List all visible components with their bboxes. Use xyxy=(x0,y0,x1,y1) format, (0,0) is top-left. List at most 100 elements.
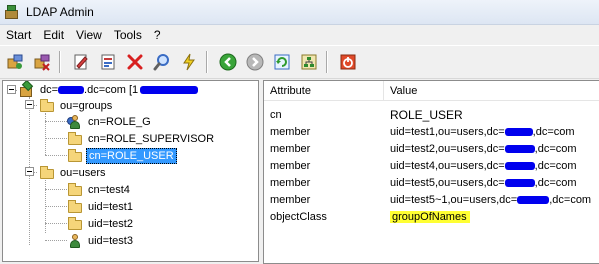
tree-node-label: ou=users xyxy=(60,166,106,179)
attribute-name: objectClass xyxy=(270,211,327,223)
back-button[interactable] xyxy=(216,50,240,74)
tree-node-test2[interactable]: uid=test2 xyxy=(67,215,135,232)
expander-users[interactable] xyxy=(25,167,34,176)
group-icon xyxy=(67,114,83,130)
attribute-row[interactable]: cn ROLE_USER xyxy=(264,107,599,124)
menu-bar: Start Edit View Tools ? xyxy=(0,25,599,45)
attribute-row[interactable]: member uid=test4,ou=users,dc= ,dc=com xyxy=(264,158,599,175)
redaction xyxy=(504,128,533,137)
attribute-row[interactable]: objectClass groupOfNames xyxy=(264,209,599,226)
refresh-button[interactable] xyxy=(270,50,294,74)
forward-icon xyxy=(246,53,264,71)
attribute-name: member xyxy=(270,126,311,138)
edit-button[interactable] xyxy=(69,50,93,74)
disconnect-icon xyxy=(34,54,50,71)
tree-node-test3[interactable]: uid=test3 xyxy=(67,232,135,249)
attribute-value: uid=test1,ou=users,dc= ,dc=com xyxy=(390,126,575,138)
tree-node-role-g[interactable]: cn=ROLE_G xyxy=(67,113,153,130)
exit-button[interactable] xyxy=(336,50,360,74)
attribute-list[interactable]: Attribute Value cn ROLE_USER member uid=… xyxy=(263,80,599,264)
forward-button[interactable] xyxy=(243,50,267,74)
user-icon xyxy=(67,233,83,249)
column-header-attribute[interactable]: Attribute xyxy=(264,81,384,101)
expander-root[interactable] xyxy=(7,85,16,94)
app-icon xyxy=(4,4,20,20)
redaction xyxy=(517,196,550,205)
search-button[interactable] xyxy=(150,50,174,74)
connect-icon xyxy=(7,54,23,69)
attribute-name: member xyxy=(270,143,311,155)
tree-node-label: uid=test3 xyxy=(88,234,133,247)
tree-node-label: cn=ROLE_G xyxy=(88,115,151,128)
toolbar xyxy=(0,45,599,79)
tree-node-label: cn=ROLE_SUPERVISOR xyxy=(88,132,215,145)
tree-node-root[interactable]: dc= .dc=com [1 xyxy=(19,81,200,98)
toolbar-separator xyxy=(206,51,208,73)
exit-icon xyxy=(340,54,356,70)
tree-node-groups[interactable]: ou=groups xyxy=(39,97,114,114)
folder-icon xyxy=(39,165,55,181)
redaction xyxy=(140,85,199,94)
title-bar: LDAP Admin xyxy=(0,0,599,25)
attribute-value: uid=test5~1,ou=users,dc= ,dc=com xyxy=(390,194,592,206)
tree-node-label: ou=groups xyxy=(60,99,113,112)
attribute-row[interactable]: member uid=test1,ou=users,dc= ,dc=com xyxy=(264,124,599,141)
refresh-icon xyxy=(274,54,290,70)
folder-icon xyxy=(39,98,55,114)
attribute-row[interactable]: member uid=test5~1,ou=users,dc= ,dc=com xyxy=(264,192,599,209)
ldap-admin-window: LDAP Admin Start Edit View Tools ? dc= .… xyxy=(0,0,599,264)
menu-tools[interactable]: Tools xyxy=(108,25,148,45)
connect-button[interactable] xyxy=(3,50,27,74)
attribute-value: ROLE_USER xyxy=(390,108,463,122)
tree-node-label-selected: cn=ROLE_USER xyxy=(86,147,177,164)
menu-edit[interactable]: Edit xyxy=(37,25,70,45)
column-header-value[interactable]: Value xyxy=(384,81,599,101)
expander-groups[interactable] xyxy=(25,100,34,109)
schema-button[interactable] xyxy=(297,50,321,74)
menu-help[interactable]: ? xyxy=(148,25,167,45)
delete-button[interactable] xyxy=(123,50,147,74)
attribute-value: uid=test5,ou=users,dc= ,dc=com xyxy=(390,177,577,189)
redaction xyxy=(504,179,535,188)
tree-node-test1[interactable]: uid=test1 xyxy=(67,198,135,215)
attribute-value: uid=test2,ou=users,dc= ,dc=com xyxy=(390,143,577,155)
tree-node-root-label: dc= .dc=com [1 xyxy=(38,83,200,97)
folder-icon xyxy=(67,199,83,215)
menu-view[interactable]: View xyxy=(70,25,108,45)
folder-icon xyxy=(67,182,83,198)
directory-tree[interactable]: dc= .dc=com [1 ou=groups cn=ROLE_G cn=ROL… xyxy=(2,80,259,262)
toolbar-separator xyxy=(326,51,328,73)
back-icon xyxy=(219,53,237,71)
schema-icon xyxy=(301,54,317,70)
attribute-name: member xyxy=(270,177,311,189)
tree-node-role-supervisor[interactable]: cn=ROLE_SUPERVISOR xyxy=(67,130,216,147)
redaction xyxy=(58,85,85,94)
tree-node-role-user[interactable]: cn=ROLE_USER xyxy=(67,147,177,164)
tree-node-label: uid=test2 xyxy=(88,217,133,230)
redaction xyxy=(504,145,535,154)
folder-icon xyxy=(67,216,83,232)
attribute-value: uid=test4,ou=users,dc= ,dc=com xyxy=(390,160,577,172)
attribute-row[interactable]: member uid=test5,ou=users,dc= ,dc=com xyxy=(264,175,599,192)
tree-node-users[interactable]: ou=users xyxy=(39,164,108,181)
tree-node-label: cn=test4 xyxy=(88,183,130,196)
attribute-name: cn xyxy=(270,109,282,121)
attribute-row[interactable]: member uid=test2,ou=users,dc= ,dc=com xyxy=(264,141,599,158)
menu-start[interactable]: Start xyxy=(0,25,37,45)
new-entry-icon xyxy=(101,54,115,70)
redaction xyxy=(504,162,535,171)
disconnect-button[interactable] xyxy=(30,50,54,74)
folder-icon xyxy=(67,131,83,147)
new-entry-button[interactable] xyxy=(96,50,120,74)
tree-node-label: uid=test1 xyxy=(88,200,133,213)
server-icon xyxy=(19,81,35,98)
folder-icon xyxy=(67,148,83,164)
edit-icon xyxy=(74,54,88,70)
toolbar-separator xyxy=(59,51,61,73)
flash-button[interactable] xyxy=(177,50,201,74)
delete-icon xyxy=(127,54,143,70)
flash-icon xyxy=(183,53,195,71)
tree-node-test4[interactable]: cn=test4 xyxy=(67,181,132,198)
attribute-name: member xyxy=(270,160,311,172)
highlighted-value: groupOfNames xyxy=(390,211,470,223)
